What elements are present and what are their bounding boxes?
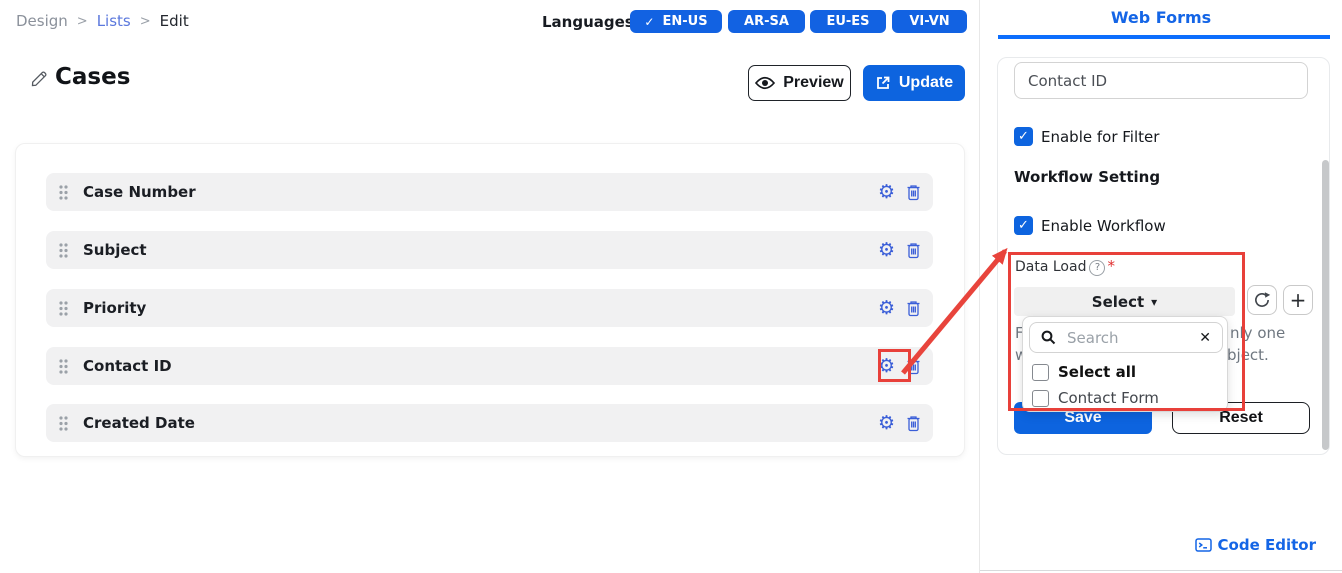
data-load-label-row: Data Load?* <box>1015 257 1115 276</box>
field-label: Subject <box>83 241 878 259</box>
dropdown-panel: ✕ Select all Contact Form <box>1022 316 1228 412</box>
add-button[interactable]: + <box>1283 285 1313 315</box>
drag-handle-icon[interactable] <box>58 242 69 259</box>
breadcrumb-item-lists[interactable]: Lists <box>97 12 131 30</box>
language-tab-label: EU-ES <box>826 14 869 29</box>
help-icon[interactable]: ? <box>1089 260 1105 276</box>
panel-title[interactable]: Web Forms <box>980 8 1342 27</box>
code-editor-icon <box>1195 537 1212 553</box>
language-tab-label: VI-VN <box>909 14 949 29</box>
panel-divider <box>979 0 980 573</box>
drag-handle-icon[interactable] <box>58 415 69 432</box>
enable-filter-checkbox[interactable]: ✓ <box>1014 127 1033 146</box>
option-select-all-checkbox[interactable] <box>1032 364 1049 381</box>
delete-trash-icon[interactable] <box>906 242 921 259</box>
update-button[interactable]: Update <box>863 65 965 101</box>
enable-workflow-checkbox[interactable]: ✓ <box>1014 216 1033 235</box>
delete-trash-icon[interactable] <box>906 184 921 201</box>
drag-handle-icon[interactable] <box>58 184 69 201</box>
clear-search-icon[interactable]: ✕ <box>1199 330 1211 346</box>
code-editor-link[interactable]: Code Editor <box>1180 536 1316 554</box>
option-contact-form[interactable]: Contact Form <box>1032 389 1159 407</box>
settings-gear-icon[interactable]: ⚙ <box>878 414 895 433</box>
list-item-created-date: Created Date ⚙ <box>46 404 933 442</box>
enable-filter-label: Enable for Filter <box>1041 128 1159 146</box>
eye-icon <box>755 76 775 90</box>
refresh-icon <box>1253 291 1271 309</box>
delete-trash-icon[interactable] <box>906 300 921 317</box>
code-editor-label: Code Editor <box>1218 536 1316 554</box>
panel-title-underline <box>998 35 1330 39</box>
language-tab-label: AR-SA <box>744 14 789 29</box>
option-select-all-label: Select all <box>1058 363 1136 381</box>
select-dropdown-toggle[interactable]: Select ▾ <box>1014 287 1235 316</box>
checkbox-check-icon: ✓ <box>1018 218 1029 233</box>
workflow-setting-heading: Workflow Setting <box>1014 168 1160 186</box>
language-tab-vi-vn[interactable]: VI-VN <box>892 10 967 33</box>
search-box: ✕ <box>1029 322 1223 353</box>
panel-bottom-border <box>980 570 1342 571</box>
search-icon <box>1041 330 1056 345</box>
external-link-icon <box>875 75 891 91</box>
breadcrumb-item-edit: Edit <box>160 12 189 30</box>
list-item-priority: Priority ⚙ <box>46 289 933 327</box>
option-contact-form-checkbox[interactable] <box>1032 390 1049 407</box>
list-item-case-number: Case Number ⚙ <box>46 173 933 211</box>
reset-label: Reset <box>1219 409 1263 427</box>
list-item-contact-id: Contact ID ⚙ <box>46 347 933 385</box>
settings-gear-icon[interactable]: ⚙ <box>878 357 895 376</box>
breadcrumb-separator: > <box>77 14 88 29</box>
field-label: Contact ID <box>83 357 878 375</box>
drag-handle-icon[interactable] <box>58 358 69 375</box>
preview-button[interactable]: Preview <box>748 65 851 101</box>
delete-trash-icon[interactable] <box>906 415 921 432</box>
preview-label: Preview <box>783 74 843 92</box>
select-label: Select <box>1092 293 1144 311</box>
plus-icon: + <box>1290 288 1307 312</box>
language-tab-ar-sa[interactable]: AR-SA <box>728 10 805 33</box>
update-label: Update <box>899 74 953 92</box>
caret-down-icon: ▾ <box>1151 295 1157 309</box>
hint-text-fragment: bject. <box>1227 346 1269 364</box>
refresh-button[interactable] <box>1247 285 1277 315</box>
enable-workflow-label: Enable Workflow <box>1041 217 1166 235</box>
breadcrumb-separator: > <box>140 14 151 29</box>
check-icon: ✓ <box>644 15 654 29</box>
drag-handle-icon[interactable] <box>58 300 69 317</box>
search-input[interactable] <box>1065 328 1190 348</box>
language-tab-en-us[interactable]: ✓ EN-US <box>630 10 722 33</box>
language-tab-eu-es[interactable]: EU-ES <box>810 10 886 33</box>
language-tab-label: EN-US <box>662 14 707 29</box>
hint-text-fragment: nly one <box>1230 324 1285 342</box>
list-item-subject: Subject ⚙ <box>46 231 933 269</box>
page-title: Cases <box>55 64 130 90</box>
pencil-icon[interactable] <box>29 69 49 93</box>
field-name-input[interactable] <box>1014 62 1308 99</box>
delete-trash-icon[interactable] <box>906 358 921 375</box>
data-load-label: Data Load <box>1015 259 1086 275</box>
field-label: Case Number <box>83 183 878 201</box>
breadcrumb-item-design[interactable]: Design <box>16 12 68 30</box>
languages-label: Languages <box>542 13 634 31</box>
settings-gear-icon[interactable]: ⚙ <box>878 183 895 202</box>
checkbox-check-icon: ✓ <box>1018 129 1029 144</box>
field-label: Created Date <box>83 414 878 432</box>
settings-gear-icon[interactable]: ⚙ <box>878 299 895 318</box>
panel-scrollbar[interactable] <box>1322 160 1329 450</box>
option-contact-form-label: Contact Form <box>1058 389 1159 407</box>
field-label: Priority <box>83 299 878 317</box>
required-asterisk: * <box>1107 257 1115 275</box>
settings-gear-icon[interactable]: ⚙ <box>878 241 895 260</box>
option-select-all[interactable]: Select all <box>1032 363 1136 381</box>
breadcrumb: Design > Lists > Edit <box>16 12 189 30</box>
